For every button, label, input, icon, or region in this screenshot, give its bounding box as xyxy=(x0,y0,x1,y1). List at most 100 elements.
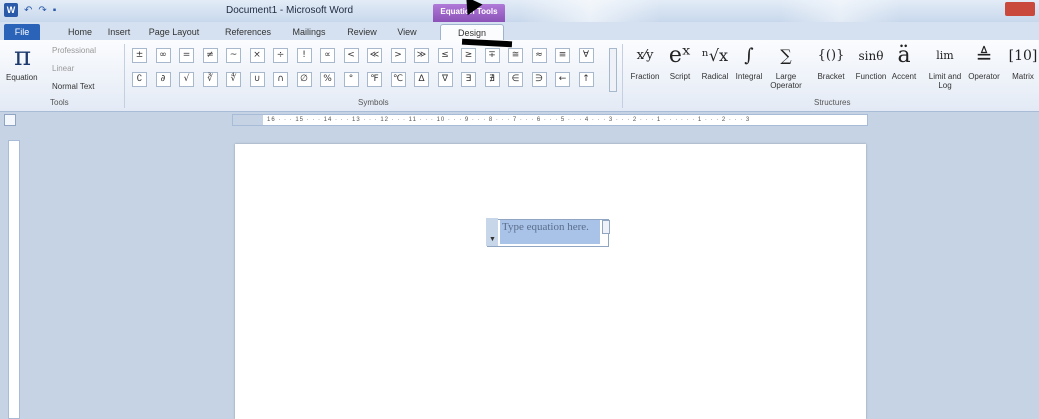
equation-placeholder[interactable]: Type equation here. xyxy=(500,220,600,244)
symbol-button[interactable]: ∞ xyxy=(155,48,171,63)
structure-fraction-button[interactable]: x⁄y Fraction xyxy=(630,40,660,81)
document-page[interactable] xyxy=(235,144,866,419)
symbol-button[interactable]: ← xyxy=(555,72,570,87)
symbol-button[interactable]: ∅ xyxy=(296,72,312,87)
structure-icon: {()} xyxy=(817,48,845,63)
tab-insert[interactable]: Insert xyxy=(104,24,134,40)
tab-file[interactable]: File xyxy=(4,24,40,40)
normal-text-option[interactable]: Normal Text xyxy=(52,82,95,91)
horizontal-ruler[interactable]: · 17 · · · 16 · · · 15 · · · 14 · · · 13… xyxy=(232,114,868,126)
structure-icon: eˣ xyxy=(668,43,692,68)
symbol-button[interactable]: ≅ xyxy=(508,48,523,63)
save-icon[interactable]: ▪ xyxy=(53,5,57,16)
symbol-button[interactable]: ∁ xyxy=(132,72,147,87)
symbol-button[interactable]: ≥ xyxy=(461,48,476,63)
symbols-scroll[interactable] xyxy=(609,48,617,92)
separator xyxy=(124,44,125,108)
vertical-ruler[interactable] xyxy=(8,140,20,419)
structure-matrix-button[interactable]: [10] Matrix xyxy=(1008,40,1038,81)
undo-icon[interactable]: ↶ xyxy=(24,5,32,16)
symbol-button[interactable]: ℃ xyxy=(390,72,406,87)
symbol-button[interactable]: ∩ xyxy=(273,72,288,87)
structure-icon: sinθ xyxy=(858,49,884,63)
symbol-button[interactable]: ∀ xyxy=(578,48,594,63)
symbol-button[interactable]: ∇ xyxy=(437,72,453,87)
symbol-button[interactable]: ÷ xyxy=(273,48,288,63)
structures-group-label: Structures xyxy=(814,98,851,107)
symbol-button[interactable]: ∆ xyxy=(414,72,429,87)
equation-pi-icon[interactable]: π xyxy=(14,42,31,72)
title-bar-glare xyxy=(520,0,660,22)
symbol-button[interactable]: > xyxy=(390,48,406,63)
close-window-button[interactable] xyxy=(1005,2,1035,16)
tab-home[interactable]: Home xyxy=(62,24,98,40)
symbol-button[interactable]: ≈ xyxy=(531,48,547,63)
tab-view[interactable]: View xyxy=(394,24,420,40)
structure-limit-and-log-button[interactable]: lim Limit and Log xyxy=(926,40,964,90)
symbol-button[interactable]: ± xyxy=(132,48,147,63)
symbol-button[interactable]: √ xyxy=(179,72,194,87)
tab-page-layout[interactable]: Page Layout xyxy=(146,24,202,40)
symbol-button[interactable]: ℉ xyxy=(367,72,382,87)
symbol-button[interactable]: < xyxy=(343,48,359,63)
symbol-button[interactable]: ∂ xyxy=(155,72,171,87)
symbol-button[interactable]: ∜ xyxy=(226,72,241,87)
professional-option[interactable]: Professional xyxy=(52,46,96,55)
structure-label: Bracket xyxy=(817,72,845,81)
ruler-toggle[interactable] xyxy=(4,114,16,126)
structure-icon: ≜ xyxy=(975,44,993,68)
symbol-button[interactable]: ↑ xyxy=(578,72,594,87)
symbol-button[interactable]: ≡ xyxy=(555,48,570,63)
symbol-button[interactable]: ≫ xyxy=(414,48,429,63)
symbol-button[interactable]: ∄ xyxy=(484,72,500,87)
quick-access-toolbar: W ↶ ↷ ▪ xyxy=(4,3,56,17)
structure-icon: x⁄y xyxy=(636,48,654,63)
title-bar: W ↶ ↷ ▪ Document1 - Microsoft Word Equat… xyxy=(0,0,1039,22)
equation-dropdown-icon[interactable]: ▼ xyxy=(489,236,496,243)
symbol-button[interactable]: ∝ xyxy=(320,48,335,63)
symbol-button[interactable]: ∪ xyxy=(249,72,265,87)
symbol-button[interactable]: ≪ xyxy=(367,48,382,63)
ribbon: π Equation Professional Linear Normal Te… xyxy=(0,40,1039,112)
tab-design[interactable]: Design xyxy=(440,24,504,40)
linear-option[interactable]: Linear xyxy=(52,64,74,73)
symbol-button[interactable]: ∈ xyxy=(508,72,523,87)
structure-label: Radical xyxy=(701,72,729,81)
equation-options-button[interactable] xyxy=(602,220,610,234)
structure-large-operator-button[interactable]: ∑ Large Operator xyxy=(766,40,806,90)
symbol-button[interactable]: ≠ xyxy=(202,48,218,63)
ruler-margin xyxy=(233,115,263,125)
structure-operator-button[interactable]: ≜ Operator xyxy=(966,40,1002,81)
structure-icon: lim xyxy=(936,49,954,62)
structure-script-button[interactable]: eˣ Script xyxy=(666,40,694,81)
tab-review[interactable]: Review xyxy=(344,24,380,40)
structure-label: Script xyxy=(669,72,691,81)
equation-button-label[interactable]: Equation xyxy=(6,73,38,82)
structure-icon: ∫ xyxy=(744,45,754,66)
structure-label: Accent xyxy=(891,72,917,81)
symbol-button[interactable]: ∋ xyxy=(531,72,547,87)
structure-accent-button[interactable]: ä Accent xyxy=(890,40,918,81)
ribbon-tabs: File Home Insert Page Layout References … xyxy=(0,22,1039,40)
word-logo-icon[interactable]: W xyxy=(4,3,18,17)
symbol-button[interactable]: × xyxy=(249,48,265,63)
symbol-button[interactable]: ∛ xyxy=(202,72,218,87)
symbol-button[interactable]: ! xyxy=(296,48,312,63)
symbol-button[interactable]: ° xyxy=(343,72,359,87)
structure-icon: ä xyxy=(897,43,911,68)
symbol-button[interactable]: = xyxy=(179,48,194,63)
structure-bracket-button[interactable]: {()} Bracket xyxy=(816,40,846,81)
symbol-button[interactable]: % xyxy=(320,72,335,87)
tab-mailings[interactable]: Mailings xyxy=(288,24,330,40)
structure-integral-button[interactable]: ∫ Integral xyxy=(734,40,764,81)
redo-icon[interactable]: ↷ xyxy=(38,5,46,16)
structure-function-button[interactable]: sinθ Function xyxy=(852,40,890,81)
tab-references[interactable]: References xyxy=(222,24,274,40)
symbol-button[interactable]: ∓ xyxy=(484,48,500,63)
structure-icon: ∑ xyxy=(780,46,792,65)
symbol-button[interactable]: ∃ xyxy=(461,72,476,87)
symbol-button[interactable]: ≤ xyxy=(437,48,453,63)
structure-label: Integral xyxy=(735,72,763,81)
structure-radical-button[interactable]: ⁿ√x Radical xyxy=(698,40,732,81)
symbol-button[interactable]: ~ xyxy=(226,48,241,63)
